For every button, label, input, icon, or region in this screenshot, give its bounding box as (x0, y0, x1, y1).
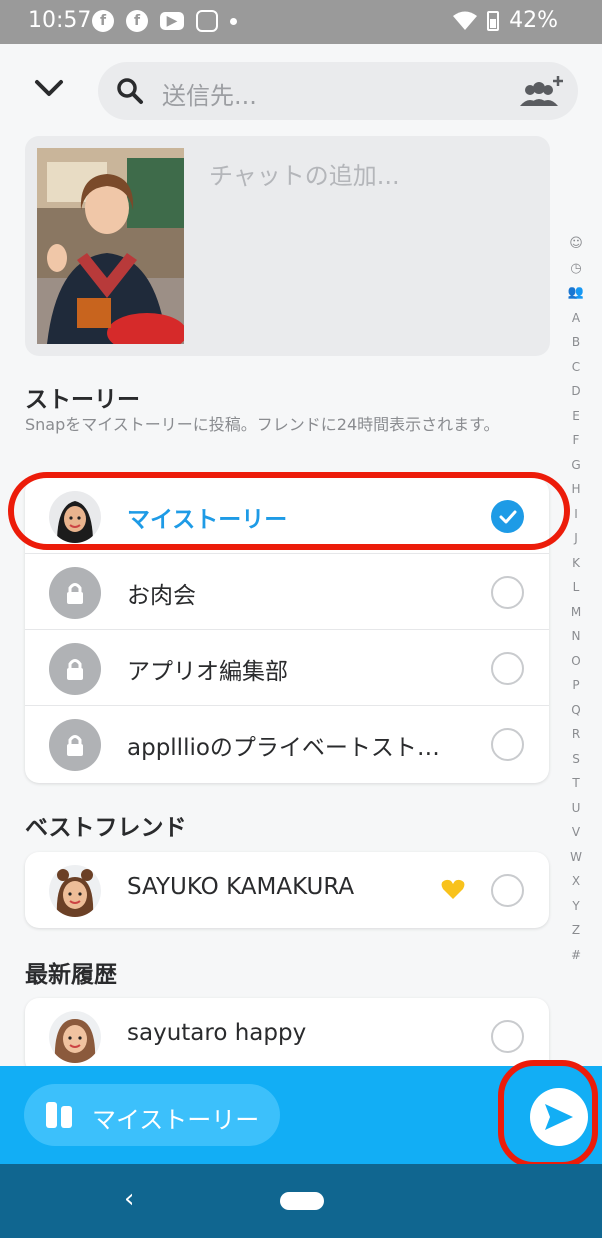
add-group-icon[interactable] (518, 74, 564, 110)
index-letter[interactable]: S (572, 747, 580, 772)
index-letter[interactable]: # (571, 943, 581, 968)
index-letter[interactable]: Q (571, 698, 580, 723)
index-letter[interactable]: L (573, 575, 580, 600)
facebook-icon: f (92, 10, 114, 32)
story-checkbox[interactable] (491, 652, 524, 685)
stories-card: マイストーリー お肉会 アプリオ編集部 applllioのプライベートスト… (25, 478, 549, 783)
index-letter[interactable]: U (572, 796, 581, 821)
yellow-heart-icon (441, 879, 465, 899)
snap-send-screen: 10:57 f f ▶ 42% 送信先... チャットの追加... ストーリー … (0, 0, 602, 1238)
lock-icon (49, 567, 101, 619)
search-input[interactable]: 送信先... (162, 76, 257, 111)
add-chat-input[interactable]: チャットの追加... (209, 156, 400, 191)
avatar (49, 1011, 101, 1063)
index-letter[interactable]: Z (572, 918, 580, 943)
story-checkbox-checked[interactable] (491, 500, 524, 533)
avatar (49, 491, 101, 543)
index-letter[interactable]: C (572, 355, 580, 380)
index-letter[interactable]: F (573, 428, 580, 453)
recent-name: sayutaro happy (127, 1020, 307, 1046)
snap-photo (37, 148, 184, 344)
index-letter[interactable]: W (570, 845, 582, 870)
index-letter[interactable]: M (571, 600, 581, 625)
back-button[interactable]: ‹ (124, 1184, 134, 1214)
facebook-icon: f (126, 10, 148, 32)
avatar (49, 865, 101, 917)
story-label-my-story: マイストーリー (127, 507, 288, 533)
system-nav-bar: ‹ (0, 1164, 602, 1238)
story-label: applllioのプライベートスト… (127, 735, 440, 761)
story-label: お肉会 (127, 583, 196, 609)
story-label: アプリオ編集部 (127, 659, 288, 685)
story-row[interactable]: applllioのプライベートスト… (25, 706, 549, 782)
best-friends-card: SAYUKO KAMAKURA (25, 852, 549, 928)
snap-preview-card: チャットの追加... (25, 136, 550, 356)
snap-thumbnail[interactable] (37, 148, 184, 344)
index-letter[interactable]: V (572, 820, 580, 845)
index-letter[interactable]: N (572, 624, 581, 649)
index-letter[interactable]: I (574, 502, 578, 527)
index-letter[interactable]: B (572, 330, 580, 355)
story-row[interactable]: お肉会 (25, 554, 549, 630)
index-letter[interactable]: J (574, 526, 578, 551)
recent-row[interactable]: sayutaro happy (25, 998, 549, 1074)
index-letter[interactable]: D (571, 379, 580, 404)
index-icon[interactable]: 👥 (568, 281, 584, 306)
index-letter[interactable]: X (572, 869, 580, 894)
youtube-icon: ▶ (160, 12, 184, 30)
index-letter[interactable]: E (572, 404, 580, 429)
battery-icon (487, 10, 500, 31)
story-row[interactable]: アプリオ編集部 (25, 630, 549, 706)
index-letter[interactable]: O (571, 649, 580, 674)
status-bar: 10:57 f f ▶ 42% (0, 0, 602, 44)
lock-icon (49, 643, 101, 695)
wifi-icon (453, 11, 478, 30)
friend-row[interactable]: SAYUKO KAMAKURA (25, 852, 549, 928)
recent-heading: 最新履歴 (25, 962, 117, 988)
friend-checkbox[interactable] (491, 874, 524, 907)
best-friends-heading: ベストフレンド (25, 815, 187, 841)
instagram-icon (196, 10, 218, 32)
index-icon[interactable]: ◷ (570, 257, 581, 282)
check-icon (499, 510, 516, 523)
chevron-down-icon[interactable] (34, 76, 64, 100)
story-row-my-story[interactable]: マイストーリー (25, 478, 549, 554)
index-letter[interactable]: G (571, 453, 580, 478)
index-letter[interactable]: P (572, 673, 579, 698)
send-highlight-annotation (498, 1060, 598, 1168)
search-icon (117, 78, 143, 104)
index-letter[interactable]: R (572, 722, 580, 747)
index-letter[interactable]: A (572, 306, 580, 331)
selected-recipient-chip[interactable]: マイストーリー (24, 1084, 280, 1146)
index-letter[interactable]: K (572, 551, 580, 576)
alphabet-index[interactable]: ☺ ◷ 👥 A B C D E F G H I J K L M N O P Q R S T U V W X Y Z # (566, 232, 586, 967)
index-letter[interactable]: H (571, 477, 580, 502)
status-right: 42% (453, 8, 558, 33)
index-icon[interactable]: ☺ (569, 232, 583, 257)
index-letter[interactable]: Y (572, 894, 579, 919)
home-button[interactable] (280, 1192, 324, 1210)
status-time: 10:57 (28, 8, 92, 33)
story-stack-icon (46, 1102, 72, 1128)
index-letter[interactable]: T (572, 771, 579, 796)
recent-checkbox[interactable] (491, 1020, 524, 1053)
more-notifications-dot (230, 18, 237, 25)
friend-name: SAYUKO KAMAKURA (127, 874, 355, 900)
stories-subtitle: Snapをマイストーリーに投稿。フレンドに24時間表示されます。 (25, 415, 500, 434)
story-checkbox[interactable] (491, 728, 524, 761)
chip-label: マイストーリー (92, 1106, 260, 1134)
stories-heading: ストーリー (25, 387, 140, 413)
battery-percent: 42% (509, 8, 558, 33)
lock-icon (49, 719, 101, 771)
story-checkbox[interactable] (491, 576, 524, 609)
recipient-search[interactable]: 送信先... (98, 62, 578, 120)
notification-icons: f f ▶ (92, 10, 237, 32)
recent-card: sayutaro happy (25, 998, 549, 1074)
